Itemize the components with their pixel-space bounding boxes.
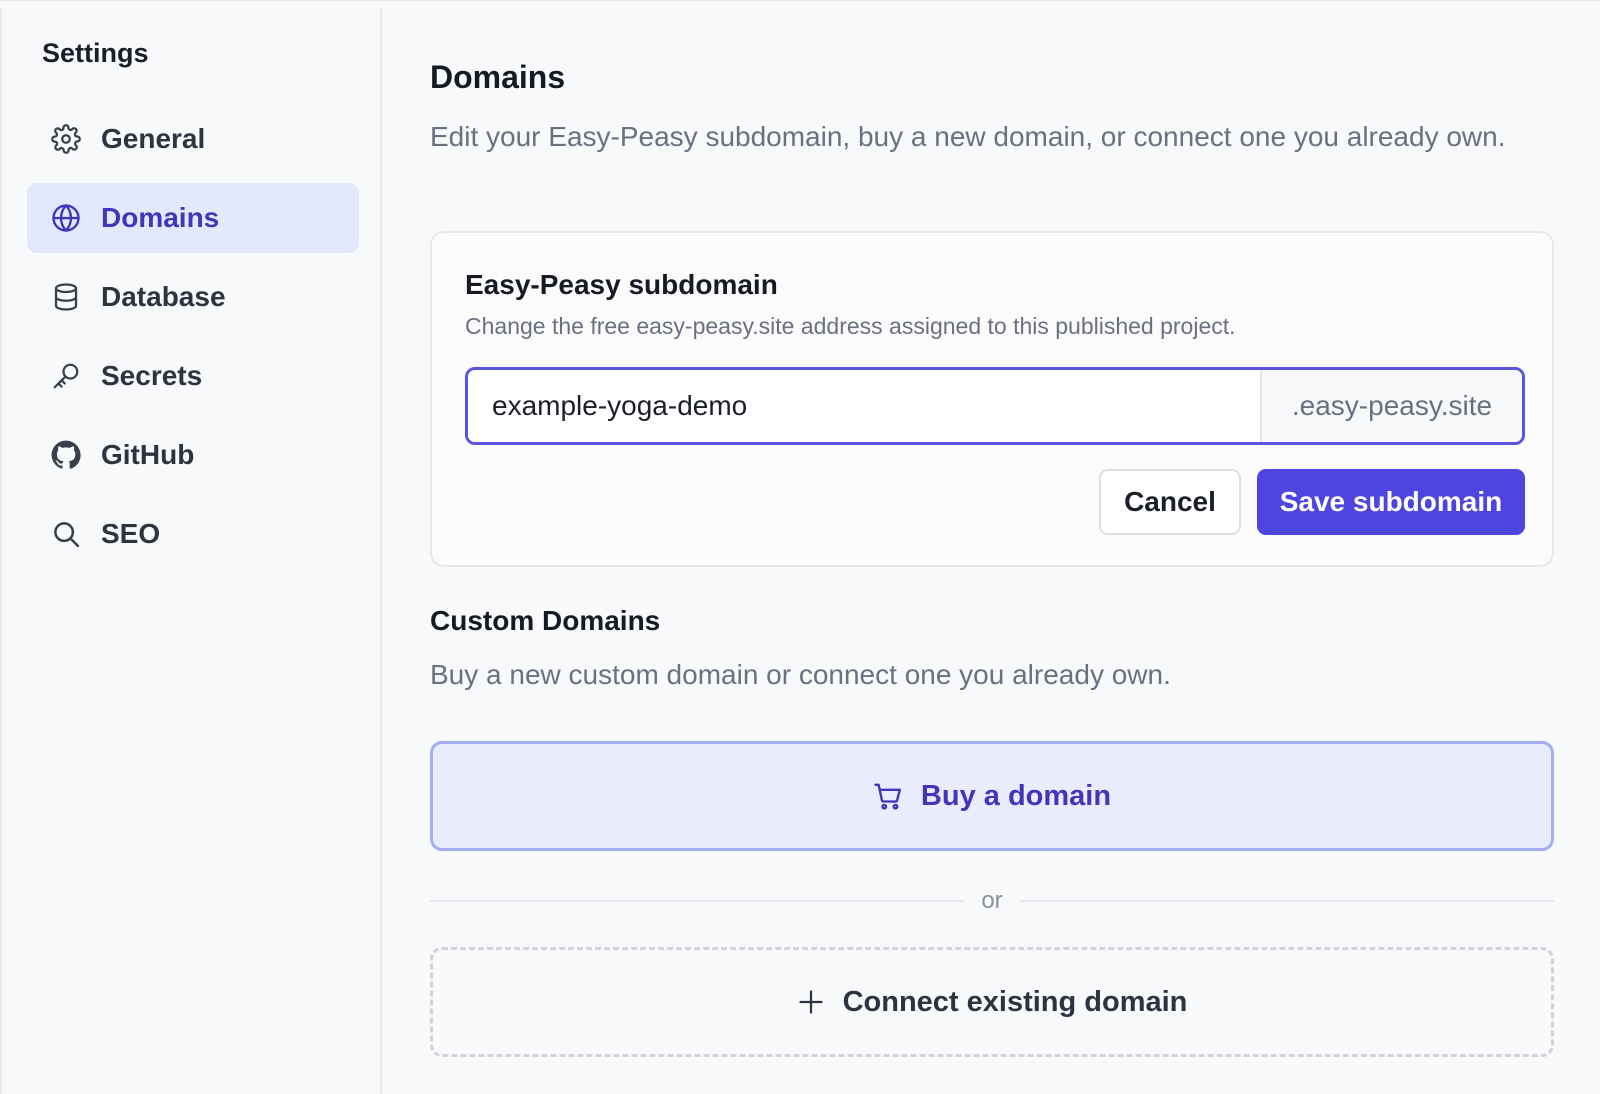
database-icon	[51, 282, 81, 312]
sidebar-item-label: SEO	[101, 518, 161, 549]
sidebar-item-label: Database	[101, 281, 226, 312]
github-icon	[51, 440, 81, 470]
or-divider-label: or	[964, 881, 1020, 921]
custom-domains-description: Buy a new custom domain or connect one y…	[430, 659, 1171, 690]
sidebar-item-domains[interactable]: Domains	[27, 183, 359, 253]
sidebar-item-github[interactable]: GitHub	[27, 420, 359, 490]
settings-window: Settings General Domains Database Secret…	[0, 0, 1600, 1094]
sidebar-item-general[interactable]: General	[27, 104, 359, 174]
subdomain-input-group: .easy-peasy.site	[465, 367, 1525, 445]
plus-icon	[798, 990, 823, 1014]
subdomain-card-description: Change the free easy-peasy.site address …	[465, 313, 1236, 339]
settings-sidebar: Settings General Domains Database Secret…	[0, 8, 382, 1094]
custom-domains-title: Custom Domains	[430, 605, 661, 636]
page-title: Domains	[430, 59, 566, 95]
subdomain-input[interactable]	[468, 370, 1260, 442]
cancel-button[interactable]: Cancel	[1099, 469, 1241, 535]
buy-domain-button[interactable]: Buy a domain	[430, 741, 1554, 851]
key-icon	[51, 361, 81, 391]
sidebar-item-label: Domains	[101, 202, 220, 233]
settings-nav: General Domains Database Secrets GitHub …	[27, 104, 359, 578]
sidebar-item-label: Secrets	[101, 360, 203, 391]
save-subdomain-button[interactable]: Save subdomain	[1257, 469, 1525, 535]
buy-domain-label: Buy a domain	[920, 779, 1112, 812]
globe-icon	[51, 203, 81, 233]
sidebar-item-label: General	[101, 123, 206, 154]
sidebar-item-label: GitHub	[101, 439, 195, 470]
cart-icon	[874, 783, 901, 810]
subdomain-card: Easy-Peasy subdomain Change the free eas…	[430, 231, 1554, 567]
gear-icon	[51, 124, 81, 154]
connect-existing-domain-button[interactable]: Connect existing domain	[430, 947, 1554, 1057]
connect-domain-label: Connect existing domain	[842, 985, 1188, 1018]
sidebar-item-database[interactable]: Database	[27, 262, 359, 332]
sidebar-item-secrets[interactable]: Secrets	[27, 341, 359, 411]
sidebar-item-seo[interactable]: SEO	[27, 499, 359, 569]
subdomain-suffix: .easy-peasy.site	[1260, 370, 1522, 442]
search-icon	[51, 519, 81, 549]
subdomain-card-title: Easy-Peasy subdomain	[465, 269, 778, 300]
page-description: Edit your Easy-Peasy subdomain, buy a ne…	[430, 121, 1506, 152]
sidebar-title: Settings	[42, 38, 149, 68]
